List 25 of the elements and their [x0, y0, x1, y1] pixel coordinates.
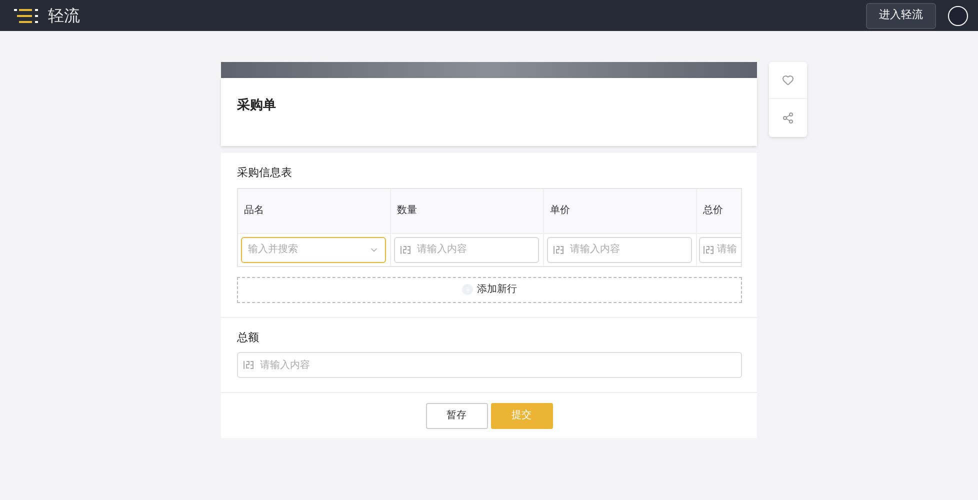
avatar[interactable]	[948, 6, 968, 26]
search-select[interactable]: 输入并搜索	[241, 236, 386, 262]
add-row-button[interactable]: 添加新行	[237, 276, 742, 302]
number-icon	[400, 244, 411, 254]
logo-icon	[14, 8, 38, 22]
table-title: 采购信息表	[237, 165, 293, 181]
brand-name: 轻流	[48, 4, 80, 26]
column-header: 单价	[544, 188, 697, 232]
share-icon[interactable]	[782, 112, 794, 124]
number-icon	[553, 244, 564, 254]
column-header: 总价	[697, 188, 741, 232]
number-icon	[703, 244, 714, 254]
submit-button[interactable]: 提交	[490, 402, 552, 428]
form-title: 采购单	[237, 96, 277, 115]
input-field[interactable]: 请输入内容	[547, 236, 692, 262]
input-field[interactable]: 请输入内容	[394, 236, 539, 262]
number-icon	[243, 360, 254, 370]
field-label: 总额	[237, 330, 260, 346]
column-header: 数量	[391, 188, 544, 232]
column-header: 品名	[238, 188, 391, 232]
input-field[interactable]: 请输	[699, 236, 741, 262]
enter-button[interactable]: 进入轻流	[866, 2, 936, 28]
heart-icon[interactable]	[782, 74, 794, 86]
save-draft-button[interactable]: 暂存	[426, 402, 488, 428]
input-field[interactable]: 请输入内容	[237, 352, 742, 378]
